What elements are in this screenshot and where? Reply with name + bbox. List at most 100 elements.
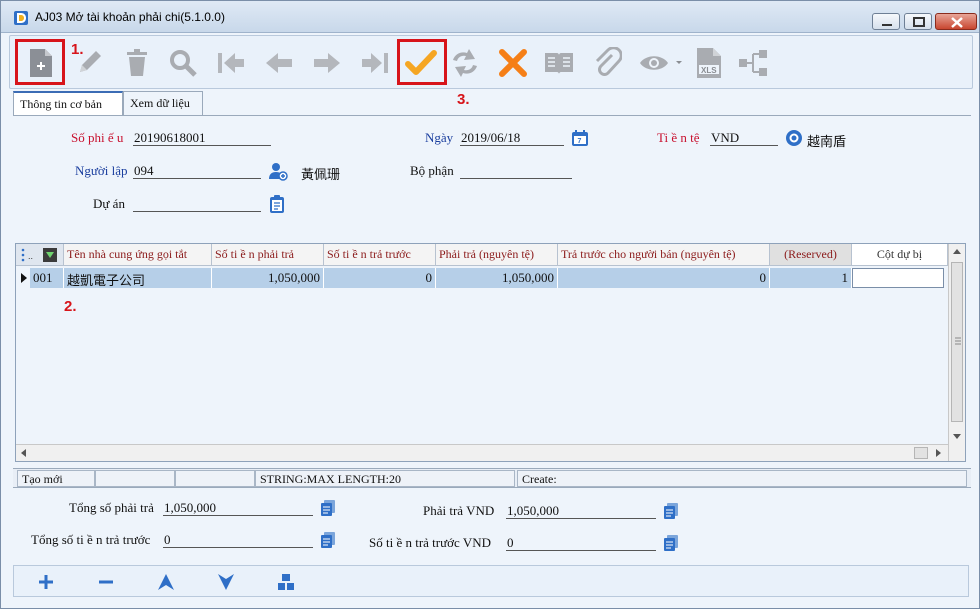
svg-text:7: 7 [578,138,582,145]
first-record-icon [218,53,244,73]
col-spare[interactable]: Cột dự bị [852,244,948,266]
currency-field[interactable]: VND [710,130,778,146]
attachment-icon [595,47,622,76]
tree-icon [739,50,767,76]
currency-lookup-icon[interactable] [785,129,803,147]
status-blank-1 [95,470,175,487]
highlight-new-button [15,39,65,85]
blocks-icon [278,574,294,590]
column-chooser-icon: .. [21,248,57,262]
cell-reserved[interactable]: 1 [770,268,852,288]
voucher-form: Số phi ế u 20190618001 Ngày 2019/06/18 7… [13,115,971,235]
app-logo-icon [14,11,28,25]
svg-text:..: .. [28,251,33,261]
cancel-button[interactable] [494,44,532,82]
department-field[interactable] [460,163,572,179]
total-payable-field: 1,050,000 [163,500,313,516]
next-record-button[interactable] [308,44,346,82]
status-mode: Tạo mới [17,470,95,487]
col-prepaid-vendor-original[interactable]: Trả trước cho người bán (nguyên tệ) [558,244,770,266]
last-record-button[interactable] [356,44,394,82]
copy-total-prepaid-icon[interactable] [320,531,336,549]
scroll-up-icon[interactable] [953,248,961,254]
cancel-x-icon [499,49,527,77]
move-up-button[interactable] [154,570,178,594]
maximize-button[interactable] [904,13,932,30]
cell-payable[interactable]: 1,050,000 [212,268,324,288]
search-button[interactable] [164,44,202,82]
grid-corner-header[interactable]: .. [16,244,64,266]
scroll-right-icon[interactable] [936,449,942,457]
refresh-icon [453,49,477,77]
group-button[interactable] [274,570,298,594]
tab-view-data[interactable]: Xem dữ liệu [123,91,203,115]
add-row-button[interactable] [34,570,58,594]
scroll-left-icon[interactable] [20,449,26,457]
total-prepaid-label: Tổng số ti ề n trả trước [31,532,151,547]
tab-basic-info[interactable]: Thông tin cơ bản [13,91,123,115]
cell-prepaid[interactable]: 0 [324,268,436,288]
col-amount-prepaid[interactable]: Số ti ề n trả trước [324,244,436,266]
book-button[interactable] [540,44,578,82]
title-bar: AJ03 Mở tài khoản phải chi(5.1.0.0) [1,1,979,33]
search-icon [170,50,197,77]
row-number[interactable]: 001 [30,268,64,288]
status-create: Create: [517,470,967,487]
user-lookup-icon[interactable] [268,161,288,181]
view-dropdown-button[interactable] [638,44,686,82]
col-payable-original[interactable]: Phải trả (nguyên tệ) [436,244,558,266]
plus-icon [39,575,53,589]
creator-label: Người lập [75,163,128,178]
annotation-1: 1. [71,41,84,58]
refresh-button[interactable] [446,44,484,82]
col-vendor-short-name[interactable]: Tên nhà cung ứng gọi tắt [64,244,212,266]
payable-vnd-field: 1,050,000 [506,503,656,519]
project-field[interactable] [133,196,261,212]
delete-button[interactable] [118,44,156,82]
department-label: Bộ phận [410,163,454,178]
move-down-button[interactable] [214,570,238,594]
copy-total-payable-icon[interactable] [320,499,336,517]
grid-horizontal-scrollbar[interactable] [16,444,948,461]
previous-record-button[interactable] [260,44,298,82]
close-button[interactable] [935,13,977,30]
cell-spare-editor[interactable] [852,268,944,288]
project-label: Dự án [93,196,125,211]
svg-text:XLS: XLS [701,66,717,75]
payable-vnd-label: Phải trả VND [423,503,495,518]
last-record-icon [362,53,388,73]
prepaid-vnd-field: 0 [506,535,656,551]
col-reserved[interactable]: (Reserved) [770,244,852,266]
grid-vertical-scrollbar[interactable] [948,244,965,461]
remove-row-button[interactable] [94,570,118,594]
voucher-no-field[interactable]: 20190618001 [133,130,271,146]
status-field-info: STRING:MAX LENGTH:20 [255,470,515,487]
attachment-button[interactable] [588,44,626,82]
minimize-icon [882,24,892,26]
tree-button[interactable] [734,44,772,82]
scroll-thumb[interactable] [951,262,963,422]
scroll-down-icon[interactable] [953,434,961,440]
minus-icon [99,580,113,584]
arrow-down-icon [218,574,234,590]
cell-prepaid-original[interactable]: 0 [558,268,770,288]
export-xls-button[interactable]: XLS [690,44,728,82]
copy-payable-vnd-icon[interactable] [663,502,679,520]
date-field[interactable]: 2019/06/18 [460,130,564,146]
hscroll-thumb[interactable] [914,447,928,459]
first-record-button[interactable] [212,44,250,82]
window-title: AJ03 Mở tài khoản phải chi(5.1.0.0) [35,10,225,24]
col-amount-payable[interactable]: Số ti ề n phải trả [212,244,324,266]
calendar-icon[interactable]: 7 [571,129,589,147]
annotation-2: 2. [64,298,77,315]
annotation-3: 3. [457,91,470,108]
cell-payable-original[interactable]: 1,050,000 [436,268,558,288]
view-eye-icon [640,56,682,70]
total-prepaid-field: 0 [163,532,313,548]
copy-prepaid-vnd-icon[interactable] [663,534,679,552]
creator-field[interactable]: 094 [133,163,261,179]
project-clipboard-icon[interactable] [268,194,286,214]
cell-vendor[interactable]: 越凱電子公司 [64,268,212,288]
minimize-button[interactable] [872,13,900,30]
grip-icon [955,337,961,345]
